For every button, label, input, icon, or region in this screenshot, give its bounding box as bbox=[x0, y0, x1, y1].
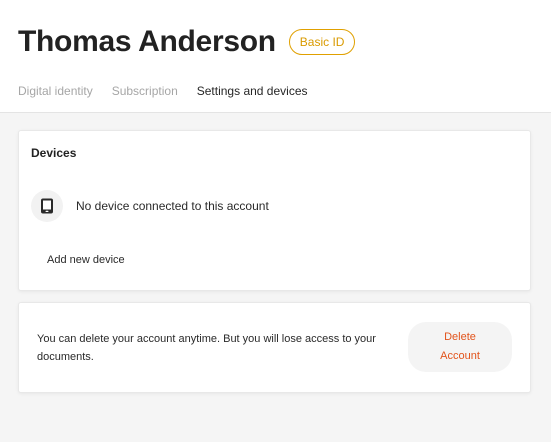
delete-account-card: You can delete your account anytime. But… bbox=[18, 302, 531, 393]
tab-settings-and-devices[interactable]: Settings and devices bbox=[197, 84, 308, 98]
delete-account-label: Delete Account bbox=[440, 331, 480, 362]
tablet-icon bbox=[31, 190, 63, 222]
add-device-link[interactable]: Add new device bbox=[47, 254, 125, 266]
no-device-message: No device connected to this account bbox=[76, 199, 269, 213]
profile-header: Thomas Anderson Basic ID Digital identit… bbox=[0, 0, 551, 113]
devices-card: Devices No device connected to this acco… bbox=[18, 130, 531, 291]
delete-account-info: You can delete your account anytime. But… bbox=[37, 333, 376, 363]
devices-title: Devices bbox=[31, 146, 77, 160]
device-empty-row: No device connected to this account bbox=[31, 190, 269, 222]
title-row: Thomas Anderson Basic ID bbox=[18, 24, 356, 60]
plan-badge: Basic ID bbox=[288, 29, 356, 55]
tab-digital-identity[interactable]: Digital identity bbox=[18, 84, 93, 98]
tab-bar: Digital identity Subscription Settings a… bbox=[18, 84, 327, 98]
delete-account-button[interactable]: Delete Account bbox=[408, 322, 512, 372]
tab-subscription[interactable]: Subscription bbox=[112, 84, 178, 98]
page-title: Thomas Anderson bbox=[18, 25, 276, 58]
